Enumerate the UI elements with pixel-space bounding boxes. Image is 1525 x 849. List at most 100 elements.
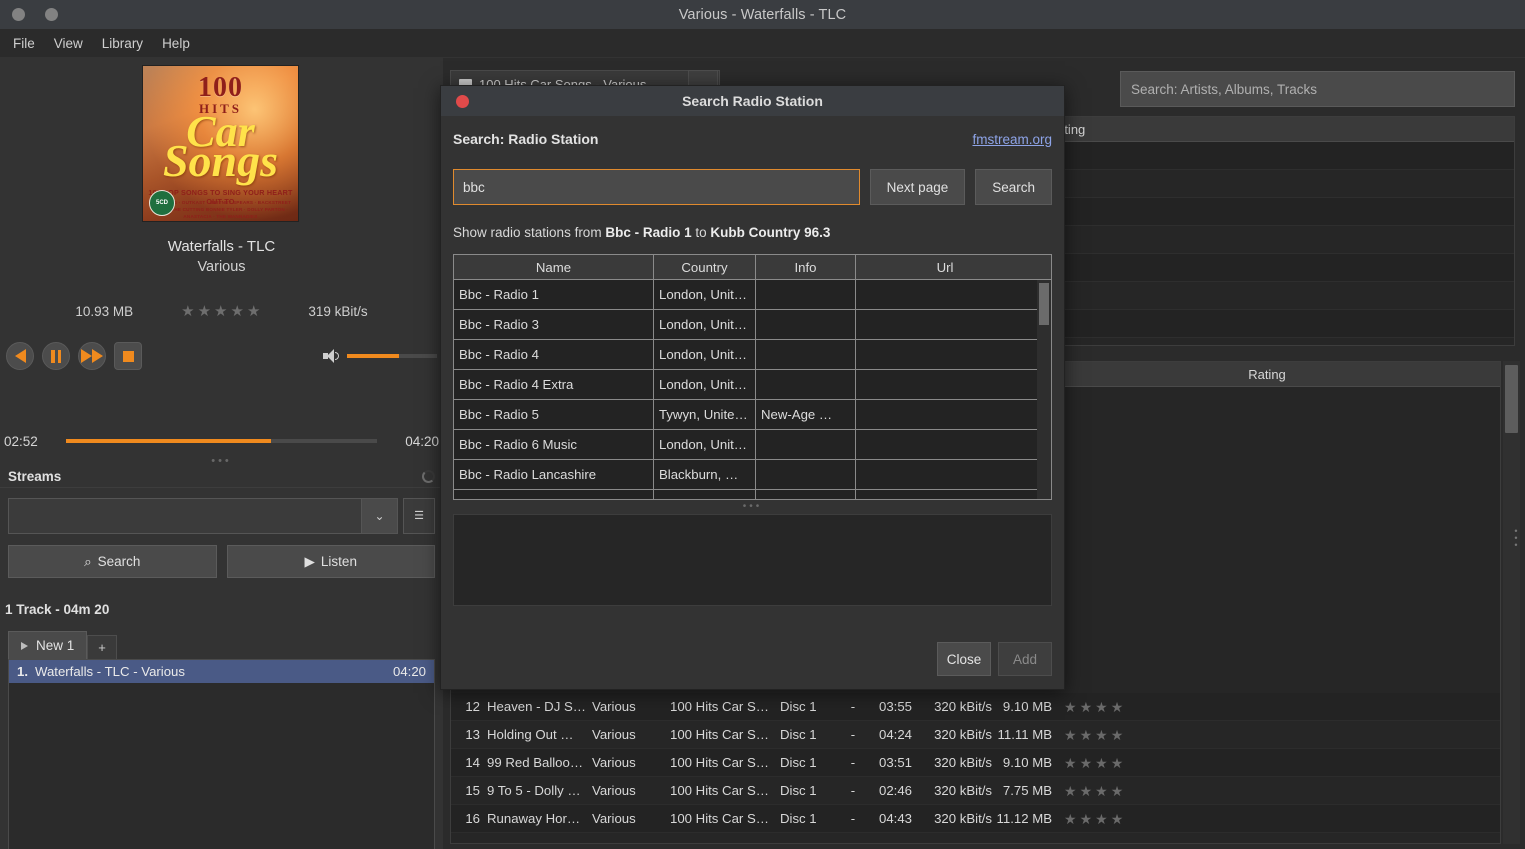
track-bitrate: 319 kBit/s — [308, 304, 367, 319]
star-icon[interactable]: ★ — [1111, 700, 1124, 714]
radio-results-scrollbar[interactable] — [1037, 280, 1051, 499]
star-icon[interactable]: ★ — [1064, 784, 1077, 798]
star-icon[interactable]: ★ — [1111, 784, 1124, 798]
star-icon[interactable]: ★ — [1095, 784, 1108, 798]
playlist-row[interactable]: 1. Waterfalls - TLC - Various 04:20 — [9, 660, 434, 683]
star-icon[interactable]: ★ — [214, 304, 227, 319]
table-row[interactable]: Bbc - Radio 4 ExtraLondon, Unit… — [454, 370, 1051, 400]
star-icon[interactable]: ★ — [247, 304, 260, 319]
track-rating-stars[interactable]: ★ ★ ★ ★ ★ — [181, 304, 260, 319]
rating-stars[interactable]: ★★★★ — [1060, 812, 1123, 826]
library-vertical-scrollbar[interactable] — [1503, 361, 1520, 844]
dialog-search-button[interactable]: Search — [975, 169, 1052, 205]
rating-stars[interactable]: ★★★★ — [1060, 784, 1123, 798]
track-disc: Disc 1 — [780, 755, 842, 770]
range-from: Bbc - Radio 1 — [605, 225, 691, 240]
table-row[interactable]: 16Runaway Hor…Various100 Hits Car S…Disc… — [451, 805, 1500, 833]
vertical-splitter-grip[interactable]: ••• — [1513, 528, 1519, 549]
column-header-country[interactable]: Country — [654, 255, 756, 279]
column-header-url[interactable]: Url — [856, 255, 1034, 279]
star-icon[interactable]: ★ — [1064, 812, 1077, 826]
star-icon[interactable]: ★ — [1064, 728, 1077, 742]
star-icon[interactable]: ★ — [1111, 812, 1124, 826]
seek-slider[interactable] — [66, 439, 377, 443]
library-search-box[interactable] — [1120, 71, 1515, 107]
panel-splitter-grip[interactable]: ••• — [0, 458, 443, 464]
dialog-close-button-labeled[interactable]: Close — [937, 642, 991, 676]
table-row[interactable]: Bbc - Radio 1London, Unit… — [454, 280, 1051, 310]
table-row[interactable]: Bbc - Radio LancashireBlackburn, … — [454, 460, 1051, 490]
star-icon[interactable]: ★ — [1080, 728, 1093, 742]
playlist-tab-new-1[interactable]: New 1 — [8, 631, 87, 659]
star-icon[interactable]: ★ — [1064, 700, 1077, 714]
table-row[interactable]: 13Holding Out …Various100 Hits Car S…Dis… — [451, 721, 1500, 749]
station-name: Bbc - Radio Leeds — [454, 490, 654, 500]
table-row[interactable]: Bbc - Radio 5Tywyn, Unite…New-Age … — [454, 400, 1051, 430]
rating-stars[interactable]: ★★★★ — [1060, 700, 1123, 714]
star-icon[interactable]: ★ — [230, 304, 243, 319]
star-icon[interactable]: ★ — [1095, 812, 1108, 826]
star-icon[interactable]: ★ — [1095, 728, 1108, 742]
chevron-down-icon[interactable]: ⌄ — [361, 499, 397, 533]
station-name: Bbc - Radio Lancashire — [454, 460, 654, 489]
star-icon[interactable]: ★ — [198, 304, 211, 319]
add-playlist-tab-button[interactable]: + — [87, 635, 117, 659]
album-art[interactable]: 100 HITS Car Songs 100 POP SONGS TO SING… — [142, 65, 299, 222]
menu-library[interactable]: Library — [94, 33, 151, 54]
star-icon[interactable]: ★ — [1111, 756, 1124, 770]
next-page-button[interactable]: Next page — [870, 169, 966, 205]
stream-url-input[interactable] — [9, 509, 361, 524]
previous-button[interactable] — [6, 342, 34, 370]
volume-slider[interactable] — [347, 354, 437, 358]
table-row[interactable]: 12Heaven - DJ S…Various100 Hits Car S…Di… — [451, 693, 1500, 721]
track-album: 100 Hits Car S… — [670, 755, 780, 770]
star-icon[interactable]: ★ — [1111, 728, 1124, 742]
table-row[interactable]: 1499 Red Balloo…Various100 Hits Car S…Di… — [451, 749, 1500, 777]
table-row[interactable]: Bbc - Radio LeedsLeeds, Unite… — [454, 490, 1051, 500]
table-row[interactable]: Bbc - Radio 4London, Unit… — [454, 340, 1051, 370]
menu-view[interactable]: View — [46, 33, 91, 54]
stream-menu-button[interactable]: ☰ — [403, 498, 435, 534]
dialog-splitter-grip[interactable]: ••• — [453, 502, 1052, 512]
track-size: 9.10 MB — [992, 699, 1060, 714]
now-playing-artist: Various — [0, 259, 443, 275]
playlist-list[interactable]: 1. Waterfalls - TLC - Various 04:20 — [8, 659, 435, 849]
stop-button[interactable] — [114, 342, 142, 370]
star-icon[interactable]: ★ — [1080, 700, 1093, 714]
track-artist: Various — [592, 755, 670, 770]
rating-stars[interactable]: ★★★★ — [1060, 728, 1123, 742]
pause-button[interactable] — [42, 342, 70, 370]
star-icon[interactable]: ★ — [1080, 812, 1093, 826]
column-header-info[interactable]: Info — [756, 255, 856, 279]
star-icon[interactable]: ★ — [1064, 756, 1077, 770]
rating-stars[interactable]: ★★★★ — [1060, 756, 1123, 770]
radio-query-input[interactable] — [463, 180, 850, 195]
volume-control[interactable] — [323, 349, 443, 363]
player-panel: 100 HITS Car Songs 100 POP SONGS TO SING… — [0, 58, 443, 849]
now-playing-meta: 10.93 MB ★ ★ ★ ★ ★ 319 kBit/s — [0, 304, 443, 319]
menu-help[interactable]: Help — [154, 33, 198, 54]
column-header-rating-bottom[interactable]: Rating — [1062, 362, 1472, 387]
stream-url-combobox[interactable]: ⌄ — [8, 498, 398, 534]
scrollbar-thumb[interactable] — [1505, 365, 1518, 433]
library-search-input[interactable] — [1131, 82, 1504, 97]
table-row[interactable]: 159 To 5 - Dolly …Various100 Hits Car S…… — [451, 777, 1500, 805]
star-icon[interactable]: ★ — [1095, 756, 1108, 770]
track-bitrate: 320 kBit/s — [912, 811, 992, 826]
dialog-add-button[interactable]: Add — [998, 642, 1052, 676]
radio-results-table[interactable]: Name Country Info Url Bbc - Radio 1Londo… — [453, 254, 1052, 500]
menu-file[interactable]: File — [5, 33, 43, 54]
radio-query-field[interactable] — [453, 169, 860, 205]
stream-search-button[interactable]: ⌕ Search — [8, 545, 217, 578]
table-row[interactable]: Bbc - Radio 6 MusicLondon, Unit… — [454, 430, 1051, 460]
column-header-name[interactable]: Name — [454, 255, 654, 279]
fmstream-link[interactable]: fmstream.org — [972, 132, 1052, 147]
track-title: 9 To 5 - Dolly … — [487, 783, 592, 798]
star-icon[interactable]: ★ — [1095, 700, 1108, 714]
star-icon[interactable]: ★ — [1080, 756, 1093, 770]
stream-listen-button[interactable]: ▶ Listen — [227, 545, 436, 578]
star-icon[interactable]: ★ — [181, 304, 194, 319]
table-row[interactable]: Bbc - Radio 3London, Unit… — [454, 310, 1051, 340]
next-button[interactable] — [78, 342, 106, 370]
star-icon[interactable]: ★ — [1080, 784, 1093, 798]
